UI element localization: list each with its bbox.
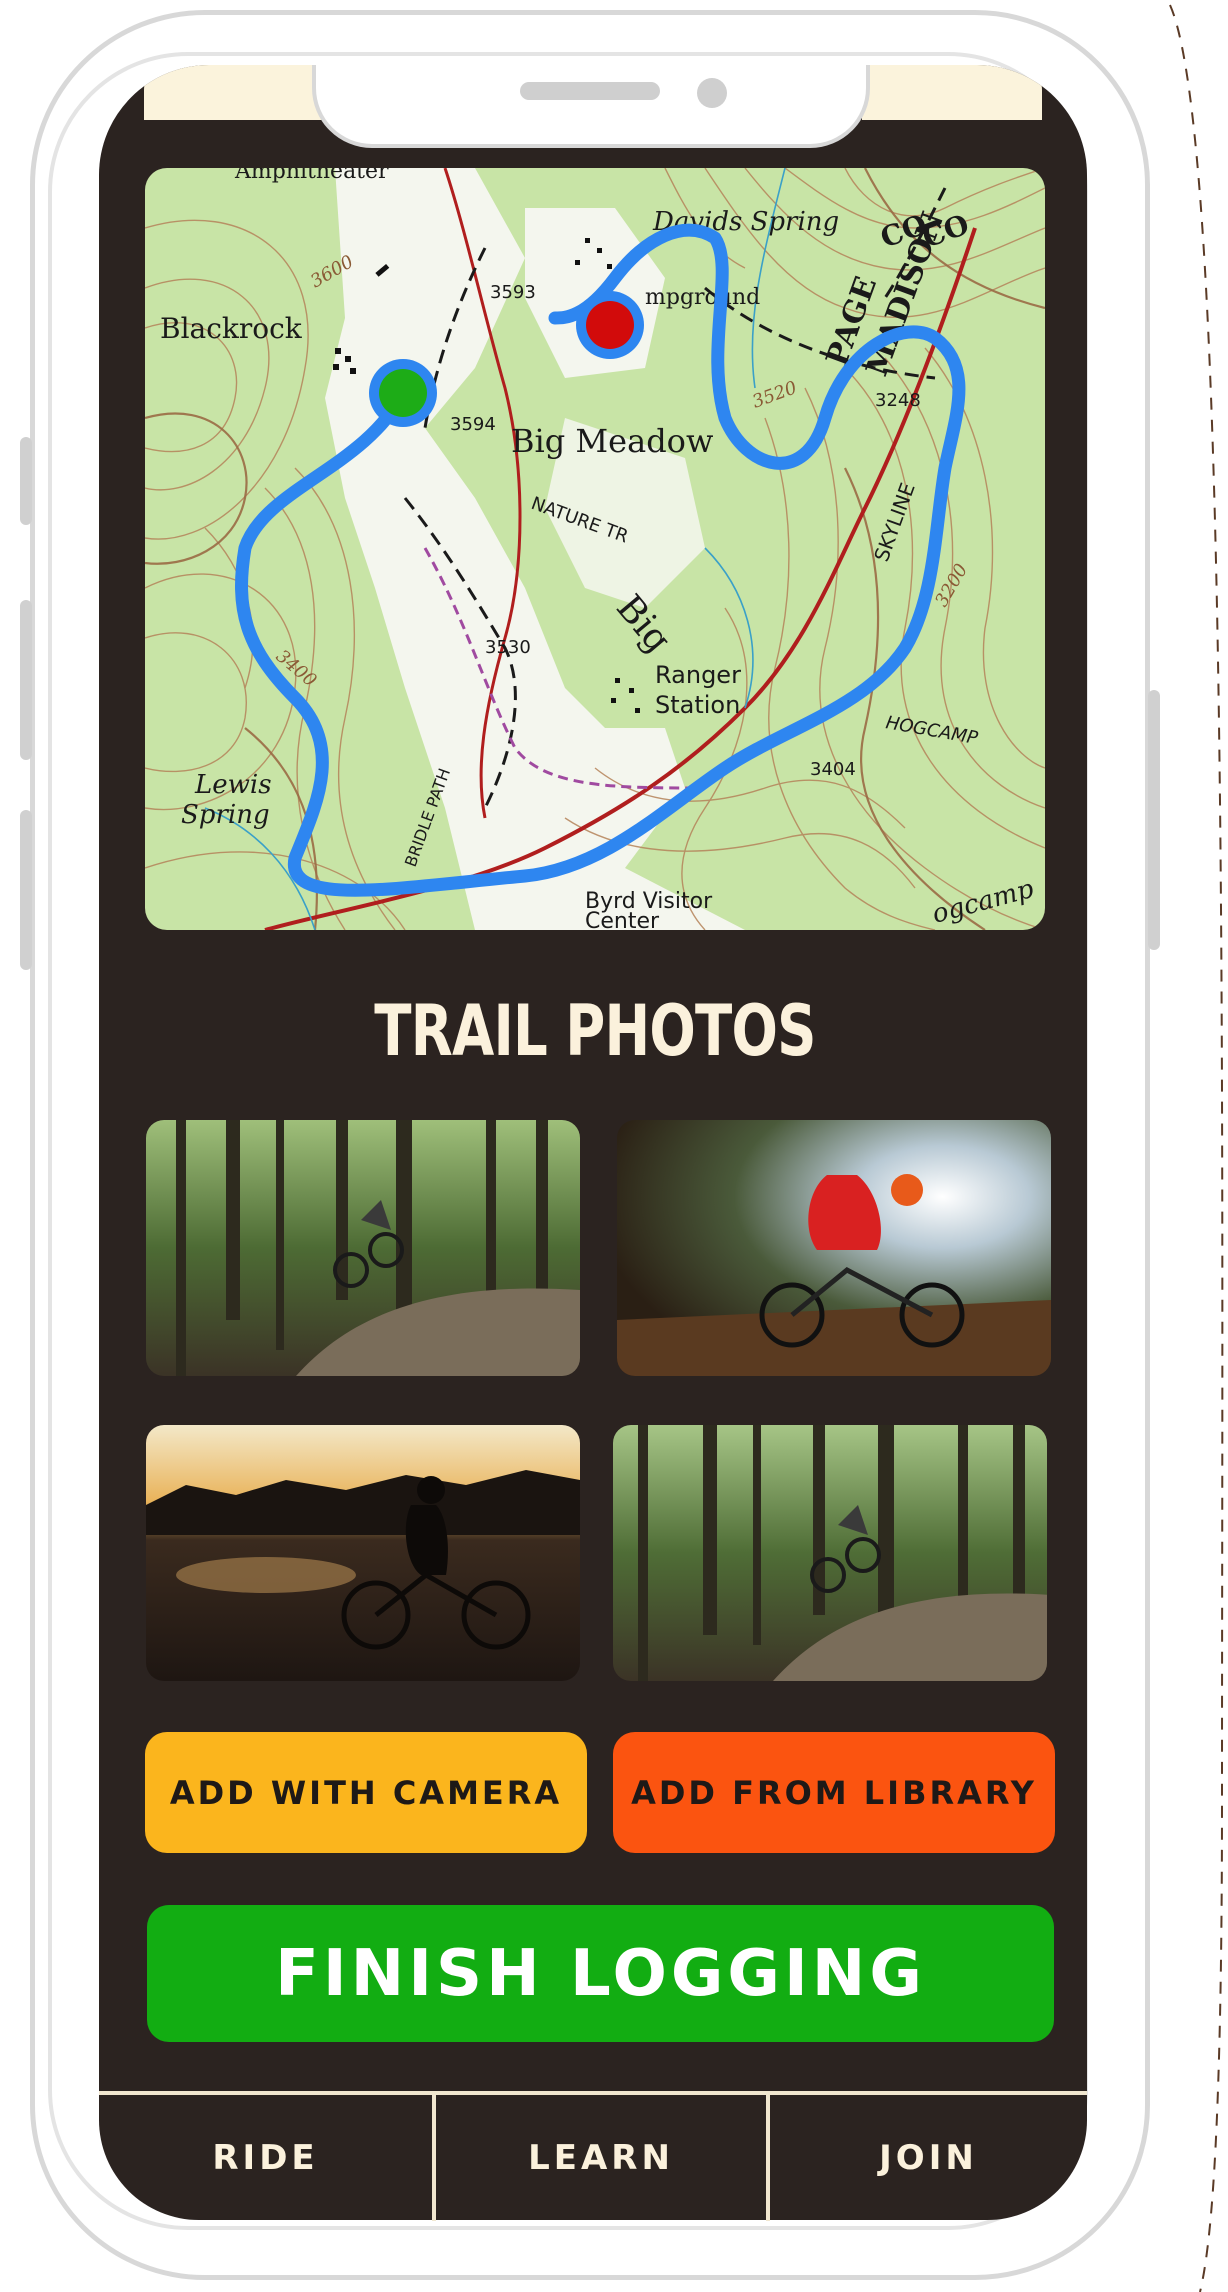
map-label-blackrock: Blackrock [160,312,303,345]
map-label-station: Station [655,691,740,719]
add-with-camera-button[interactable]: ADD WITH CAMERA [145,1732,587,1853]
phone-notch [312,65,870,148]
forest-rider-photo [146,1120,580,1376]
sunset-rider-photo [146,1425,580,1681]
speaker-grille [520,82,660,100]
trail-photo-1[interactable] [146,1120,580,1376]
forest-descent-photo [613,1425,1047,1681]
map-label-3593: 3593 [490,282,536,303]
status-bar-right [862,65,1042,120]
map-label-lewis: Lewis [194,770,272,800]
trail-map[interactable]: Amphitheater Blackrock Big Meadow Davids… [145,168,1045,930]
map-label-amphitheater: Amphitheater [234,168,389,184]
map-label-3594: 3594 [450,414,496,435]
volume-down-button [20,810,32,970]
tab-ride[interactable]: RIDE [99,2095,432,2221]
tab-join[interactable]: JOIN [770,2095,1087,2221]
map-label-3248: 3248 [875,390,921,411]
tab-learn[interactable]: LEARN [436,2095,766,2221]
trail-photo-4[interactable] [613,1425,1047,1681]
map-label-3530: 3530 [485,637,531,658]
map-label-spring: Spring [181,800,270,830]
map-label-campground: mpground [645,285,760,310]
volume-up-button [20,600,32,760]
trail-photo-3[interactable] [146,1425,580,1681]
trail-photo-2[interactable] [617,1120,1051,1376]
power-button [1148,690,1160,950]
map-label-ranger: Ranger [655,661,741,689]
end-marker[interactable] [586,301,634,349]
finish-logging-button[interactable]: FINISH LOGGING [147,1905,1054,2042]
silent-switch [20,437,32,525]
map-label-3404: 3404 [810,759,856,780]
section-title: TRAIL PHOTOS [374,990,816,1072]
status-bar-left [144,65,324,120]
motion-blur-rider-photo [617,1120,1051,1376]
start-marker[interactable] [379,369,427,417]
map-label-center: Center [585,909,660,930]
map-label-big-meadow: Big Meadow [511,422,713,460]
front-camera [697,78,727,108]
add-from-library-button[interactable]: ADD FROM LIBRARY [613,1732,1055,1853]
bottom-tab-bar: RIDE LEARN JOIN [99,2091,1087,2225]
